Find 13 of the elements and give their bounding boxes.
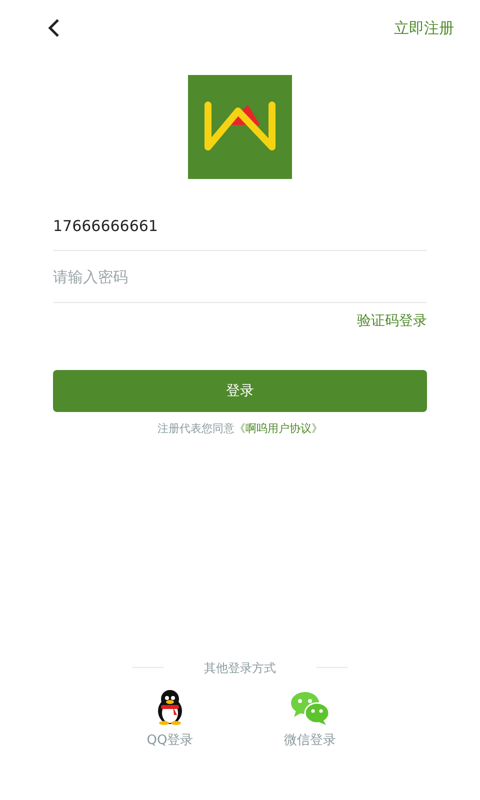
password-field[interactable]: 请输入密码 (53, 251, 427, 303)
phone-field[interactable]: 17666666661 (53, 201, 427, 251)
penguin-icon (155, 688, 185, 724)
register-link[interactable]: 立即注册 (394, 16, 454, 40)
login-button[interactable]: 登录 (53, 370, 427, 412)
social-login-link[interactable]: QQ登录 (146, 730, 194, 750)
other-login-title: 其他登录方式 (203, 660, 277, 676)
agreement-link[interactable]: 《啊呜用户协议》 (234, 421, 322, 438)
back-icon[interactable] (48, 18, 60, 38)
sms-login-link[interactable]: 验证码登录 (357, 311, 427, 332)
social-login-link[interactable]: 微信登录 (284, 730, 336, 750)
agreement-text: 注册代表您同意 (158, 421, 234, 437)
chat-bubbles-icon (290, 690, 330, 724)
